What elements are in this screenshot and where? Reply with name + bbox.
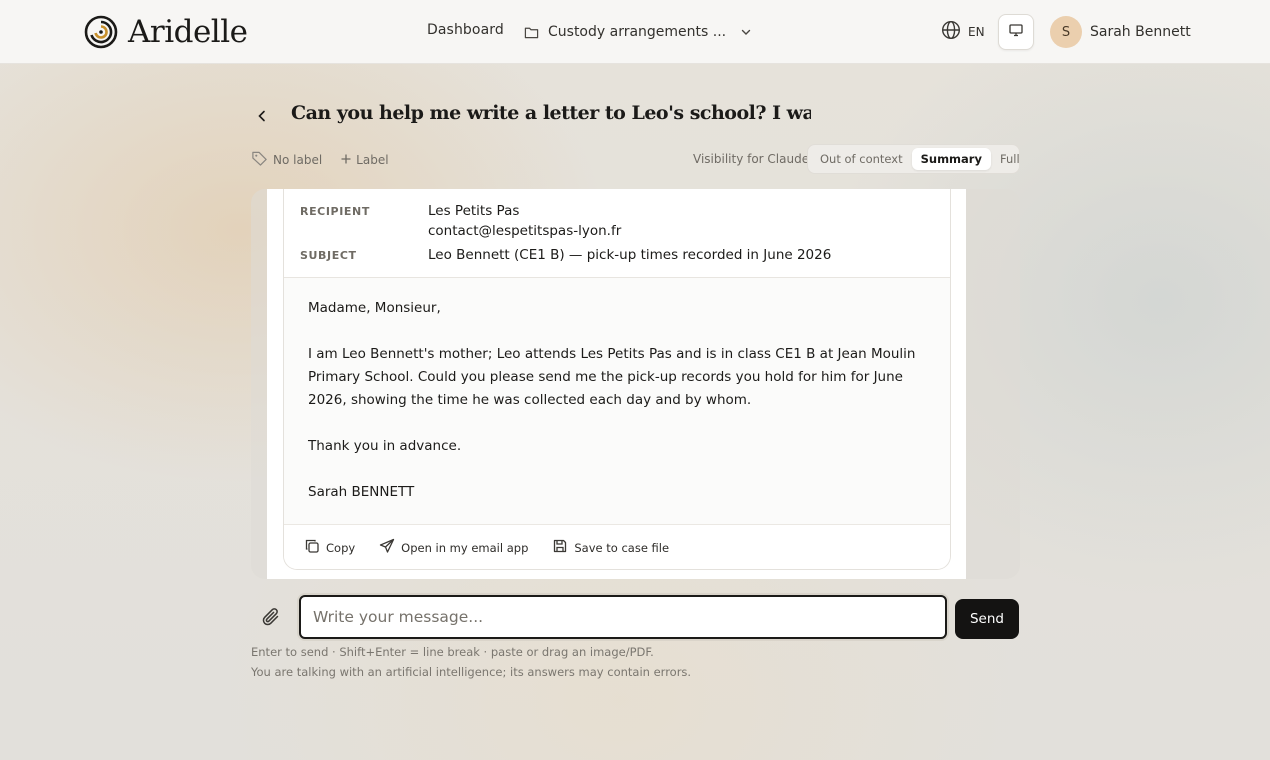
copy-icon bbox=[304, 538, 320, 557]
composer-hint: Enter to send · Shift+Enter = line break… bbox=[251, 645, 654, 659]
brand-name: Aridelle bbox=[128, 14, 248, 50]
email-closing: Thank you in advance. bbox=[308, 438, 462, 454]
open-email-app-label: Open in my email app bbox=[401, 540, 529, 555]
display-mode-button[interactable] bbox=[998, 14, 1034, 50]
attach-button[interactable] bbox=[258, 606, 284, 632]
ai-disclaimer: You are talking with an artificial intel… bbox=[251, 665, 692, 679]
copy-label: Copy bbox=[326, 540, 356, 555]
nav-dashboard-link[interactable]: Dashboard bbox=[427, 22, 504, 38]
assistant-message: RECIPIENT Les Petits Pas contact@lespeti… bbox=[267, 189, 966, 579]
email-actions: Copy Open in my email app Save to case f… bbox=[284, 524, 950, 569]
email-draft-card: RECIPIENT Les Petits Pas contact@lespeti… bbox=[283, 189, 951, 570]
send-button[interactable]: Send bbox=[955, 599, 1019, 639]
email-signature: Sarah BENNETT bbox=[308, 484, 415, 500]
paperclip-icon bbox=[260, 606, 282, 632]
case-selector[interactable]: Custody arrangements ... bbox=[524, 20, 752, 44]
monitor-icon bbox=[1008, 22, 1024, 42]
avatar: S bbox=[1050, 16, 1082, 48]
brand-logo[interactable]: Aridelle bbox=[84, 14, 248, 50]
language-selector[interactable]: EN bbox=[941, 20, 985, 43]
save-to-case-button[interactable]: Save to case file bbox=[552, 538, 669, 557]
copy-button[interactable]: Copy bbox=[304, 538, 355, 557]
recipient-email: contact@lespetitspas-lyon.fr bbox=[428, 223, 622, 239]
email-greeting: Madame, Monsieur, bbox=[308, 300, 441, 316]
subject-text: Leo Bennett (CE1 B) — pick-up times reco… bbox=[428, 247, 832, 263]
add-label-text: Label bbox=[356, 153, 389, 167]
user-menu[interactable]: S Sarah Bennett bbox=[1050, 16, 1191, 48]
visibility-full[interactable]: Full bbox=[991, 148, 1029, 170]
folder-icon bbox=[524, 25, 539, 40]
label-row: No label Label bbox=[251, 150, 389, 170]
language-code: EN bbox=[968, 24, 985, 39]
recipient-name: Les Petits Pas bbox=[428, 203, 520, 219]
email-paragraph: I am Leo Bennett's mother; Leo attends L… bbox=[308, 346, 916, 408]
plus-icon bbox=[340, 153, 352, 168]
current-label: No label bbox=[251, 150, 322, 170]
subject-label: SUBJECT bbox=[300, 249, 357, 262]
message-input[interactable] bbox=[299, 595, 947, 639]
spiral-logo-icon bbox=[84, 15, 118, 49]
visibility-label: Visibility for Claude bbox=[693, 152, 810, 166]
tag-icon bbox=[251, 150, 268, 170]
visibility-toggle: Out of context Summary Full bbox=[807, 144, 1020, 174]
visibility-out-of-context[interactable]: Out of context bbox=[811, 148, 912, 170]
save-icon bbox=[552, 538, 568, 557]
visibility-summary[interactable]: Summary bbox=[911, 148, 991, 170]
chat-scroll-area[interactable]: RECIPIENT Les Petits Pas contact@lespeti… bbox=[251, 189, 1020, 579]
open-email-app-button[interactable]: Open in my email app bbox=[379, 538, 528, 557]
save-to-case-label: Save to case file bbox=[574, 540, 670, 555]
user-name: Sarah Bennett bbox=[1090, 24, 1191, 40]
chevron-left-icon bbox=[256, 108, 268, 127]
email-body: Madame, Monsieur, I am Leo Bennett's mot… bbox=[308, 297, 938, 527]
recipient-label: RECIPIENT bbox=[300, 205, 370, 218]
no-label-text: No label bbox=[273, 153, 323, 167]
email-header: RECIPIENT Les Petits Pas contact@lespeti… bbox=[284, 189, 950, 278]
globe-icon bbox=[941, 20, 961, 43]
top-header: Aridelle Dashboard Custody arrangements … bbox=[0, 0, 1270, 64]
back-button[interactable] bbox=[251, 106, 273, 128]
conversation-title: Can you help me write a letter to Leo's … bbox=[291, 102, 811, 124]
add-label-button[interactable]: Label bbox=[340, 153, 389, 168]
chevron-down-icon bbox=[740, 26, 752, 38]
case-selector-label: Custody arrangements ... bbox=[548, 24, 727, 40]
send-icon bbox=[379, 538, 395, 557]
